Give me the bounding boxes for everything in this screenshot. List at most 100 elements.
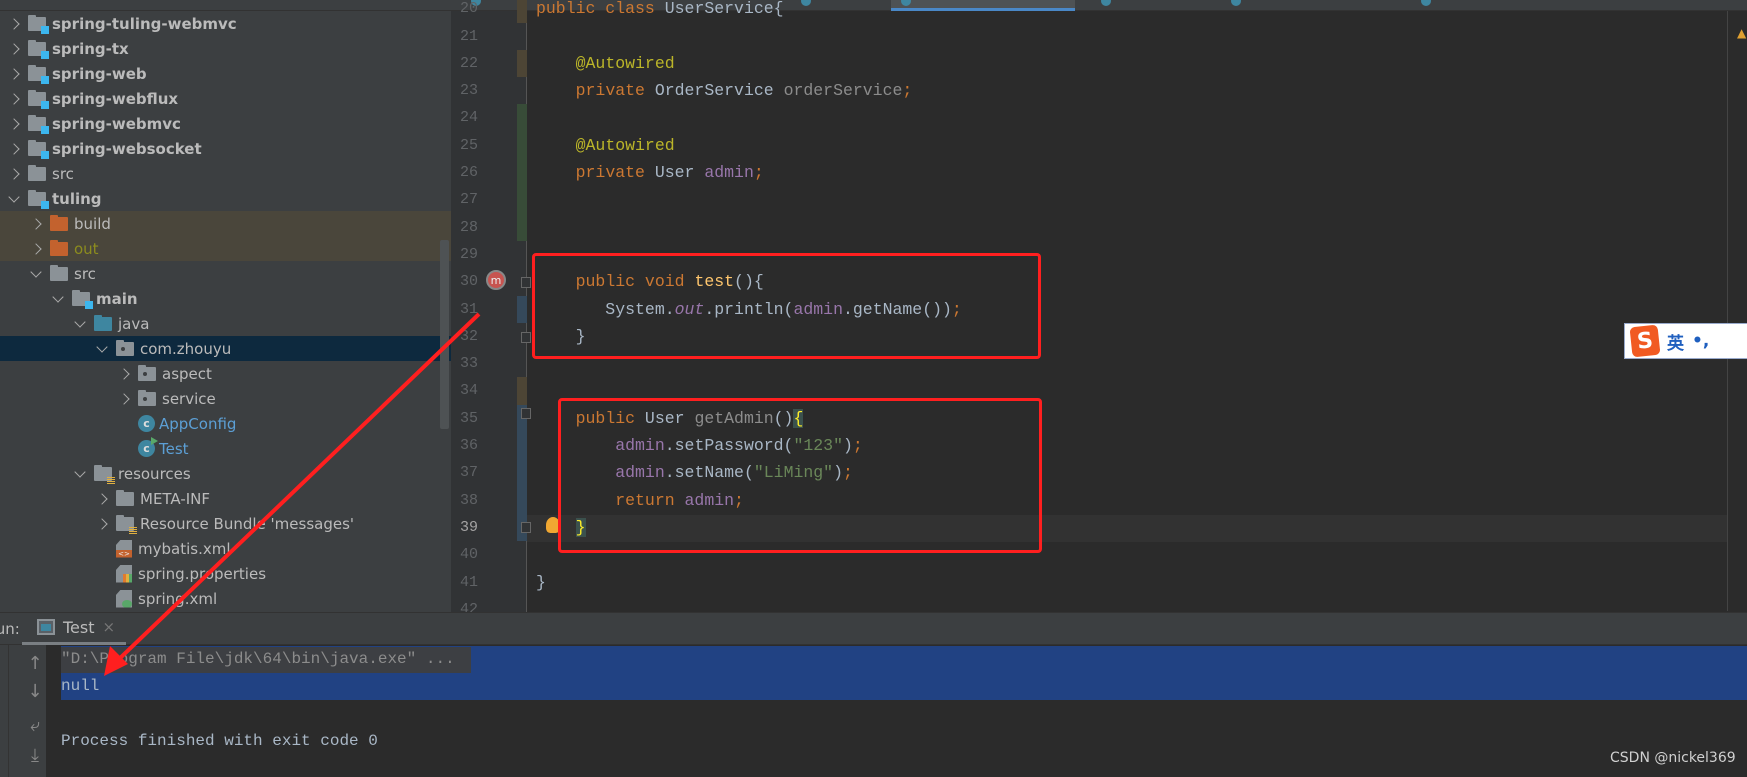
close-icon[interactable]: ×	[103, 618, 116, 636]
chevron-right-icon[interactable]	[8, 143, 20, 155]
chevron-right-icon[interactable]	[96, 493, 108, 505]
tree-item[interactable]: aspect	[0, 361, 451, 386]
tree-item[interactable]: main	[0, 286, 451, 311]
tree-item[interactable]: Resource Bundle 'messages'	[0, 511, 451, 536]
folder-icon	[50, 264, 68, 281]
tree-item[interactable]: spring.xml	[0, 586, 451, 611]
tree-item[interactable]: spring-webflux	[0, 86, 451, 111]
chevron-down-icon[interactable]	[8, 193, 20, 205]
warning-icon[interactable]: ▲	[1737, 26, 1746, 40]
ime-punctuation[interactable]: •,	[1692, 331, 1709, 351]
vcs-change-marker[interactable]	[517, 377, 527, 405]
chevron-down-icon[interactable]	[74, 318, 86, 330]
spring-xml-file-icon	[116, 589, 132, 608]
code-line[interactable]: @Autowired	[536, 50, 675, 77]
chevron-right-icon[interactable]	[8, 168, 20, 180]
chevron-right-icon[interactable]	[30, 243, 42, 255]
editor-tab[interactable]	[1411, 0, 1611, 11]
tree-item[interactable]: spring-websocket	[0, 136, 451, 161]
tree-item[interactable]: c Test	[0, 436, 451, 461]
chevron-down-icon[interactable]	[74, 468, 86, 480]
ime-toolbar[interactable]: S 英 •,	[1624, 323, 1747, 359]
code-line[interactable]: private User admin;	[536, 159, 764, 186]
tree-item-label: build	[74, 214, 111, 233]
tree-item[interactable]: mybatis.xml	[0, 536, 451, 561]
chevron-right-icon[interactable]	[8, 18, 20, 30]
vcs-change-marker[interactable]	[517, 404, 527, 542]
editor-tab[interactable]	[1221, 0, 1401, 11]
tree-item-label: spring.properties	[138, 564, 267, 583]
fold-marker-icon[interactable]	[521, 332, 531, 343]
editor-tab[interactable]	[1091, 0, 1211, 11]
tree-item[interactable]: META-INF	[0, 486, 451, 511]
chevron-down-icon[interactable]	[30, 268, 42, 280]
tree-item[interactable]: build	[0, 211, 451, 236]
line-number: 22	[459, 54, 478, 72]
line-number: 36	[459, 437, 478, 454]
project-panel-header	[0, 0, 451, 11]
tree-item[interactable]: tuling	[0, 186, 451, 211]
console-line: null	[61, 677, 100, 696]
tree-item[interactable]: out	[0, 236, 451, 261]
tree-item[interactable]: spring-tx	[0, 36, 451, 61]
ime-mode[interactable]: 英	[1667, 329, 1684, 354]
code-line[interactable]: public class UserService{	[536, 0, 784, 22]
arrow-up-icon[interactable]: ↑	[25, 653, 45, 674]
tree-item[interactable]: c AppConfig	[0, 411, 451, 436]
scroll-to-end-icon[interactable]: ⤓	[25, 745, 45, 766]
fold-marker-icon[interactable]	[521, 277, 531, 288]
class-icon	[1421, 0, 1431, 6]
fold-marker-icon[interactable]	[521, 522, 531, 533]
chevron-down-icon[interactable]	[96, 343, 108, 355]
tree-item[interactable]: resources	[0, 461, 451, 486]
soft-wrap-icon[interactable]: ⤶	[25, 715, 45, 736]
fold-marker-icon[interactable]	[521, 408, 531, 419]
code-line[interactable]: }	[536, 569, 546, 596]
annotation-box-test-method	[532, 253, 1041, 359]
tree-item[interactable]: spring-tuling-webmvc	[0, 11, 451, 36]
tree-item[interactable]: com.zhouyu	[0, 336, 451, 361]
line-number: 32	[459, 327, 478, 345]
chevron-right-icon[interactable]	[118, 393, 130, 405]
line-number: 31	[459, 300, 478, 318]
code-line[interactable]: private OrderService orderService;	[536, 77, 913, 104]
module-folder-icon	[28, 139, 49, 159]
code-line[interactable]: @Autowired	[536, 132, 675, 159]
chevron-right-icon[interactable]	[118, 368, 130, 380]
overrides-method-icon[interactable]: m	[486, 270, 506, 290]
tree-item-label: out	[74, 239, 99, 258]
project-tree-scrollbar[interactable]	[440, 240, 449, 429]
vcs-change-marker[interactable]	[517, 0, 527, 23]
runnable-class-icon: c	[138, 437, 158, 457]
tree-item[interactable]: service	[0, 386, 451, 411]
chevron-right-icon[interactable]	[8, 118, 20, 130]
tree-item[interactable]: java	[0, 311, 451, 336]
chevron-right-icon[interactable]	[8, 93, 20, 105]
run-tab-test[interactable]: Test ×	[22, 612, 126, 645]
tree-item[interactable]: spring-web	[0, 61, 451, 86]
vcs-change-marker[interactable]	[517, 104, 527, 241]
chevron-right-icon[interactable]	[8, 68, 20, 80]
code-token: OrderService	[654, 81, 784, 101]
tree-item[interactable]: spring-webmvc	[0, 111, 451, 136]
arrow-down-icon[interactable]: ↓	[25, 681, 45, 702]
chevron-right-icon[interactable]	[30, 218, 42, 230]
editor-scrollbar[interactable]	[1727, 11, 1728, 611]
chevron-right-icon[interactable]	[96, 518, 108, 530]
chevron-right-icon[interactable]	[8, 43, 20, 55]
editor-tab[interactable]	[791, 0, 891, 11]
tree-item[interactable]: src	[0, 161, 451, 186]
tree-item[interactable]: src	[0, 261, 451, 286]
chevron-down-icon[interactable]	[52, 293, 64, 305]
console-line: "D:\Program File\jdk\64\bin\java.exe" ..…	[61, 650, 455, 668]
run-label: Run:	[0, 620, 20, 638]
module-folder-icon	[28, 189, 49, 209]
editor-tab-active[interactable]	[891, 0, 1075, 11]
console-toolbar: ↑ ↓ ⤶ ⤓	[0, 645, 46, 777]
tree-item[interactable]: spring.properties	[0, 561, 451, 586]
watermark: CSDN @nickel369	[1610, 750, 1736, 766]
vcs-change-marker[interactable]	[517, 295, 527, 323]
line-number: 21	[459, 27, 478, 45]
vcs-change-marker[interactable]	[517, 49, 527, 78]
